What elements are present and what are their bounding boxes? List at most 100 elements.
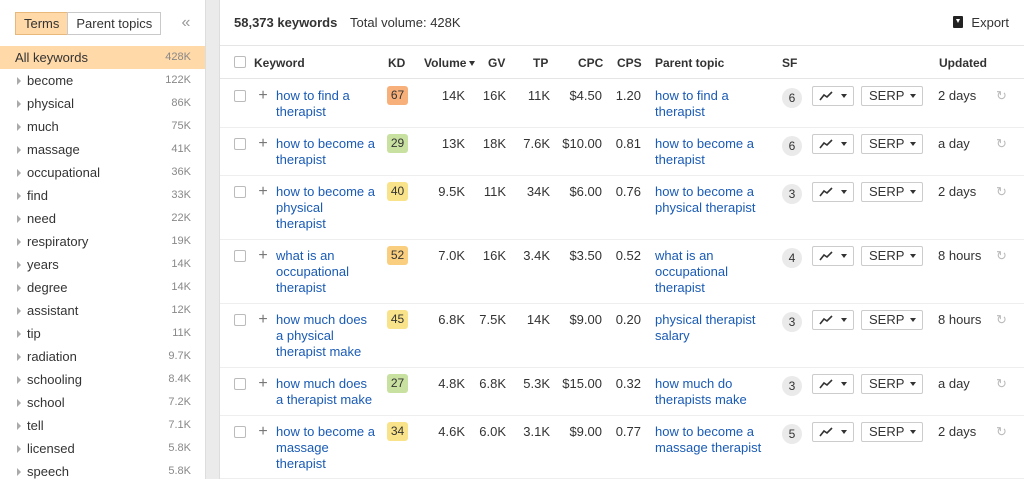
plus-icon[interactable]: + [257, 184, 269, 200]
trend-dropdown[interactable] [812, 134, 854, 154]
row-checkbox[interactable] [234, 186, 246, 198]
refresh-icon[interactable]: ↻ [996, 185, 1008, 198]
col-updated[interactable]: Updated [939, 56, 987, 70]
plus-icon[interactable]: + [257, 88, 269, 104]
col-sf[interactable]: SF [782, 56, 797, 70]
refresh-icon[interactable]: ↻ [996, 425, 1008, 438]
col-keyword[interactable]: Keyword [254, 56, 305, 70]
sidebar-item-speech[interactable]: speech 5.8K [0, 460, 205, 479]
sidebar-item-degree[interactable]: degree 14K [0, 276, 205, 299]
export-button[interactable]: Export [953, 15, 1009, 30]
col-parent-topic[interactable]: Parent topic [655, 56, 724, 70]
plus-icon[interactable]: + [257, 248, 269, 264]
caret-right-icon[interactable] [17, 376, 21, 384]
parent-topic-link[interactable]: what is an occupational therapist [655, 248, 775, 296]
trend-dropdown[interactable] [812, 182, 854, 202]
keyword-link[interactable]: how to become a physical therapist [276, 184, 386, 232]
trend-dropdown[interactable] [812, 374, 854, 394]
row-checkbox[interactable] [234, 378, 246, 390]
parent-topic-link[interactable]: how to become a physical therapist [655, 184, 775, 216]
sidebar-item-physical[interactable]: physical 86K [0, 92, 205, 115]
keyword-link[interactable]: what is an occupational therapist [276, 248, 386, 296]
trend-dropdown[interactable] [812, 422, 854, 442]
serp-dropdown[interactable]: SERP [861, 182, 923, 202]
caret-right-icon[interactable] [17, 284, 21, 292]
refresh-icon[interactable]: ↻ [996, 89, 1008, 102]
col-volume[interactable]: Volume [424, 56, 476, 70]
sidebar-item-become[interactable]: become 122K [0, 69, 205, 92]
row-checkbox[interactable] [234, 250, 246, 262]
parent-topic-link[interactable]: how much do therapists make [655, 376, 775, 408]
col-gv[interactable]: GV [488, 56, 505, 70]
sidebar-item-respiratory[interactable]: respiratory 19K [0, 230, 205, 253]
sf-count-badge[interactable]: 6 [782, 136, 802, 156]
double-chevron-left-icon[interactable]: « [178, 14, 194, 32]
refresh-icon[interactable]: ↻ [996, 377, 1008, 390]
col-cps[interactable]: CPS [617, 56, 642, 70]
caret-right-icon[interactable] [17, 307, 21, 315]
serp-dropdown[interactable]: SERP [861, 134, 923, 154]
sidebar-item-tip[interactable]: tip 11K [0, 322, 205, 345]
sf-count-badge[interactable]: 3 [782, 312, 802, 332]
parent-topic-link[interactable]: how to become a therapist [655, 136, 775, 168]
col-kd[interactable]: KD [388, 56, 405, 70]
keyword-link[interactable]: how to become a therapist [276, 136, 386, 168]
keyword-link[interactable]: how much does a physical therapist make [276, 312, 386, 360]
sf-count-badge[interactable]: 3 [782, 184, 802, 204]
caret-right-icon[interactable] [17, 169, 21, 177]
keyword-link[interactable]: how to become a massage therapist [276, 424, 386, 472]
serp-dropdown[interactable]: SERP [861, 310, 923, 330]
sidebar-item-occupational[interactable]: occupational 36K [0, 161, 205, 184]
plus-icon[interactable]: + [257, 424, 269, 440]
caret-right-icon[interactable] [17, 100, 21, 108]
serp-dropdown[interactable]: SERP [861, 86, 923, 106]
row-checkbox[interactable] [234, 90, 246, 102]
serp-dropdown[interactable]: SERP [861, 246, 923, 266]
row-checkbox[interactable] [234, 314, 246, 326]
select-all-checkbox[interactable] [234, 56, 246, 68]
refresh-icon[interactable]: ↻ [996, 249, 1008, 262]
keyword-link[interactable]: how much does a therapist make [276, 376, 386, 408]
sf-count-badge[interactable]: 5 [782, 424, 802, 444]
trend-dropdown[interactable] [812, 246, 854, 266]
caret-right-icon[interactable] [17, 330, 21, 338]
parent-topic-link[interactable]: physical therapist salary [655, 312, 775, 344]
sidebar-item-radiation[interactable]: radiation 9.7K [0, 345, 205, 368]
sidebar-item-much[interactable]: much 75K [0, 115, 205, 138]
caret-right-icon[interactable] [17, 399, 21, 407]
col-cpc[interactable]: CPC [578, 56, 603, 70]
sf-count-badge[interactable]: 3 [782, 376, 802, 396]
sf-count-badge[interactable]: 6 [782, 88, 802, 108]
sidebar-item-find[interactable]: find 33K [0, 184, 205, 207]
sidebar-item-massage[interactable]: massage 41K [0, 138, 205, 161]
tab-parent-topics[interactable]: Parent topics [67, 12, 162, 35]
sidebar-item-need[interactable]: need 22K [0, 207, 205, 230]
caret-right-icon[interactable] [17, 77, 21, 85]
trend-dropdown[interactable] [812, 310, 854, 330]
parent-topic-link[interactable]: how to become a massage therapist [655, 424, 775, 456]
caret-right-icon[interactable] [17, 123, 21, 131]
caret-right-icon[interactable] [17, 146, 21, 154]
col-tp[interactable]: TP [533, 56, 548, 70]
row-checkbox[interactable] [234, 138, 246, 150]
tab-terms[interactable]: Terms [15, 12, 69, 35]
refresh-icon[interactable]: ↻ [996, 313, 1008, 326]
row-checkbox[interactable] [234, 426, 246, 438]
trend-dropdown[interactable] [812, 86, 854, 106]
caret-right-icon[interactable] [17, 468, 21, 476]
sidebar-item-licensed[interactable]: licensed 5.8K [0, 437, 205, 460]
refresh-icon[interactable]: ↻ [996, 137, 1008, 150]
caret-right-icon[interactable] [17, 215, 21, 223]
keyword-link[interactable]: how to find a therapist [276, 88, 386, 120]
sidebar-item-years[interactable]: years 14K [0, 253, 205, 276]
caret-right-icon[interactable] [17, 192, 21, 200]
sidebar-item-assistant[interactable]: assistant 12K [0, 299, 205, 322]
plus-icon[interactable]: + [257, 312, 269, 328]
caret-right-icon[interactable] [17, 261, 21, 269]
parent-topic-link[interactable]: how to find a therapist [655, 88, 775, 120]
caret-right-icon[interactable] [17, 422, 21, 430]
plus-icon[interactable]: + [257, 136, 269, 152]
serp-dropdown[interactable]: SERP [861, 422, 923, 442]
plus-icon[interactable]: + [257, 376, 269, 392]
serp-dropdown[interactable]: SERP [861, 374, 923, 394]
